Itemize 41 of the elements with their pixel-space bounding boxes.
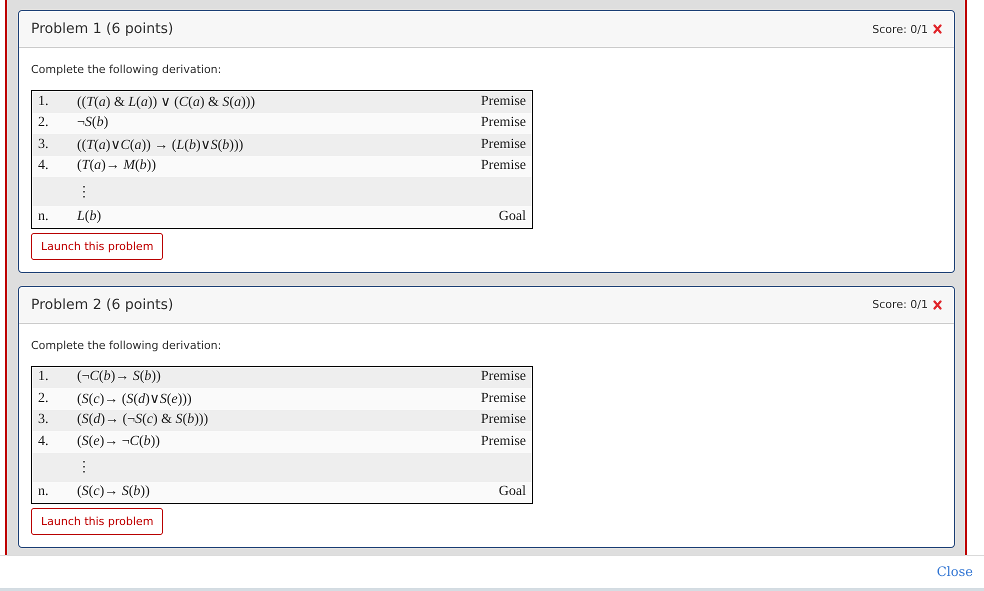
formula: ¬S(b) <box>77 115 108 130</box>
instruction-text: Complete the following derivation: <box>31 338 222 352</box>
formula: (T(a)→ M(b)) <box>77 158 156 174</box>
close-link[interactable]: Close <box>936 564 973 580</box>
launch-button[interactable]: Launch this problem <box>31 232 164 260</box>
justification: Premise <box>480 434 526 450</box>
line-number: 1. <box>38 94 50 110</box>
ellipsis: ⋮ <box>77 459 91 476</box>
formula: (S(c)→ S(b)) <box>77 484 150 500</box>
justification: Premise <box>480 136 526 153</box>
line-number: 2. <box>38 115 50 132</box>
problem-title: Problem 2 (6 points) <box>31 296 174 312</box>
line-number: 2. <box>38 390 50 407</box>
formula: ((T(a) & L(a)) ∨ (C(a) & S(a))) <box>77 94 256 110</box>
line-number: 3. <box>38 412 50 428</box>
score-label: Score: 0/1 <box>872 298 928 311</box>
line-number: n. <box>38 208 50 225</box>
ellipsis: ⋮ <box>77 184 91 200</box>
line-number: 1. <box>38 369 50 386</box>
justification: Goal <box>498 208 526 225</box>
justification: Goal <box>498 484 526 500</box>
formula: L(b) <box>77 208 102 224</box>
instruction-text: Complete the following derivation: <box>31 63 222 76</box>
justification: Premise <box>480 390 526 407</box>
justification: Premise <box>480 115 526 132</box>
formula: ((T(a)∨C(a)) → (L(b)∨S(b))) <box>77 138 244 153</box>
formula: (¬C(b)→ S(b)) <box>77 369 161 384</box>
line-number: 4. <box>38 434 50 450</box>
formula: (S(e)→ ¬C(b)) <box>77 434 160 449</box>
line-number: 4. <box>38 158 50 174</box>
justification: Premise <box>480 158 526 174</box>
justification: Premise <box>480 94 526 110</box>
justification: Premise <box>480 369 526 386</box>
justification: Premise <box>480 412 526 428</box>
line-number: n. <box>38 484 50 500</box>
formula: (S(c)→ (S(d)∨S(e))) <box>77 392 192 407</box>
launch-button[interactable]: Launch this problem <box>31 508 164 535</box>
score-label: Score: 0/1 <box>872 22 928 36</box>
line-number: 3. <box>38 136 50 153</box>
formula: (S(d)→ (¬S(c) & S(b))) <box>77 412 208 428</box>
problem-title: Problem 1 (6 points) <box>31 21 174 37</box>
